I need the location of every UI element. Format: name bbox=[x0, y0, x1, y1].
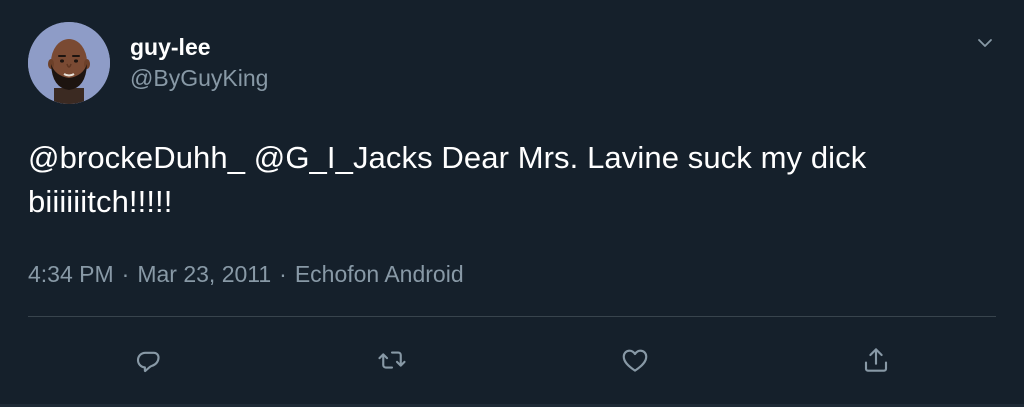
tweet-source[interactable]: Echofon Android bbox=[295, 260, 464, 288]
user-handle[interactable]: @ByGuyKing bbox=[130, 64, 268, 92]
avatar[interactable] bbox=[28, 22, 110, 104]
retweet-button[interactable] bbox=[368, 336, 416, 384]
action-bar bbox=[0, 336, 1024, 384]
avatar-image bbox=[28, 22, 110, 104]
reply-icon bbox=[136, 351, 160, 373]
retweet-icon bbox=[378, 351, 406, 369]
more-options-button[interactable] bbox=[970, 28, 1000, 58]
like-icon bbox=[622, 349, 648, 372]
tweet-card: guy-lee @ByGuyKing @brockeDuhh_ @G_I_Jac… bbox=[0, 0, 1024, 407]
meta-separator: · bbox=[121, 261, 130, 287]
tweet-metadata: 4:34 PM · Mar 23, 2011 · Echofon Android bbox=[28, 260, 464, 288]
meta-separator: · bbox=[279, 261, 287, 287]
chevron-down-icon bbox=[978, 39, 992, 47]
reply-button[interactable] bbox=[124, 336, 172, 384]
share-icon bbox=[864, 348, 888, 372]
tweet-date[interactable]: Mar 23, 2011 bbox=[137, 260, 271, 288]
divider bbox=[28, 316, 996, 317]
tweet-text: @brockeDuhh_ @G_I_Jacks Dear Mrs. Lavine… bbox=[28, 140, 867, 219]
share-button[interactable] bbox=[852, 336, 900, 384]
like-button[interactable] bbox=[611, 336, 659, 384]
tweet-time[interactable]: 4:34 PM bbox=[28, 260, 114, 288]
display-name[interactable]: guy-lee bbox=[130, 33, 211, 61]
